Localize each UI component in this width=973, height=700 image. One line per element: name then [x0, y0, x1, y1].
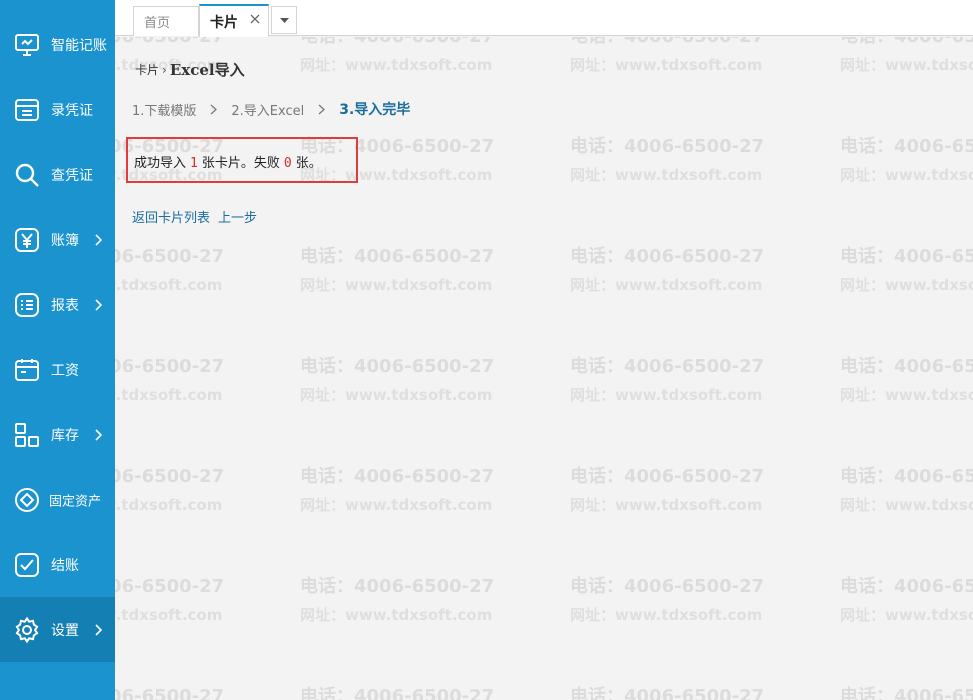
breadcrumb: 卡片 › Excel导入 [135, 59, 245, 80]
nav-label: 设置 [51, 622, 79, 639]
monitor-icon [13, 31, 41, 59]
report-list-icon [13, 291, 41, 319]
watermark: 电话：4006-6500-27网址：www.tdxsoft.com [570, 37, 764, 74]
watermark: 电话：4006-6500-27网址：www.tdxsoft.com [840, 466, 973, 514]
watermark: 电话：4006-6500-27 [300, 686, 495, 700]
tab-card-label: 卡片 [210, 14, 238, 31]
watermark: 电话：4006-6500-27网址：www.tdxsoft.com [300, 356, 495, 404]
nav-label: 固定资产 [49, 494, 102, 509]
check-icon [13, 551, 41, 579]
tab-list-dropdown[interactable] [271, 6, 297, 34]
nav-item-salary[interactable]: 工资 [0, 337, 115, 402]
tab-home-label: 首页 [144, 16, 171, 31]
chevron-right-icon [94, 623, 102, 636]
grid-icon [13, 421, 41, 449]
nav-item-fixed-assets[interactable]: 固定资产 [0, 467, 115, 532]
page-title: Excel导入 [169, 61, 245, 79]
result-middle: 张卡片。失败 [201, 156, 280, 171]
nav-label: 查凭证 [51, 167, 93, 184]
fail-count: 0 [283, 156, 292, 171]
nav-label: 库存 [51, 427, 79, 444]
tab-card[interactable]: 卡片 [199, 4, 269, 37]
step-download-template: 1.下载模版 [132, 103, 197, 119]
watermark: 电话：4006-6500-27网址：www.tdxsoft.com [300, 37, 494, 74]
calendar-icon [13, 356, 41, 384]
tab-home[interactable]: 首页 [133, 6, 199, 36]
result-suffix: 张。 [295, 156, 322, 171]
watermark: 电话：4006-6500-27 [840, 686, 973, 700]
watermark: 电话：4006-6500-27网址：www.tdxsoft.com [840, 246, 973, 294]
caret-down-icon [280, 18, 289, 23]
watermark: 电话：4006-6500-27 [115, 686, 225, 700]
watermark: 电话：4006-6500-27网址：www.tdxsoft.com [115, 246, 225, 294]
step-import-excel: 2.导入Excel [231, 103, 305, 119]
step-import-complete: 3.导入完毕 [339, 102, 411, 118]
back-to-card-list-link[interactable]: 返回卡片列表 [132, 207, 210, 226]
nav-item-settings[interactable]: 设置 [0, 597, 115, 662]
yen-icon [13, 226, 41, 254]
watermark: 电话：4006-6500-27网址：www.tdxsoft.com [570, 246, 765, 294]
watermark: 电话：4006-6500-27网址：www.tdxsoft.com [840, 576, 973, 624]
import-result-message: 成功导入 1 张卡片。失败 0 张。 [134, 152, 322, 171]
watermark: 电话：4006-6500-27 [570, 686, 765, 700]
previous-step-link[interactable]: 上一步 [218, 207, 257, 226]
watermark: 电话：4006-6500-27网址：www.tdxsoft.com [840, 37, 973, 74]
watermark: 电话：4006-6500-27网址：www.tdxsoft.com [300, 576, 495, 624]
close-icon[interactable] [250, 14, 260, 24]
nav-item-smart-bookkeeping[interactable]: 智能记账 [0, 12, 115, 77]
main-content: 电话：4006-6500-27网址：www.tdxsoft.com 电话：400… [115, 37, 973, 700]
gear-icon [13, 616, 41, 644]
nav-item-query-voucher[interactable]: 查凭证 [0, 142, 115, 207]
import-result-box: 成功导入 1 张卡片。失败 0 张。 [126, 137, 358, 183]
voucher-entry-icon [13, 96, 41, 124]
chevron-right-icon [94, 428, 102, 441]
import-steps: 1.下载模版 2.导入Excel 3.导入完毕 [132, 99, 410, 119]
tab-bar: 首页 卡片 [115, 0, 973, 37]
nav-label: 工资 [51, 362, 79, 379]
search-icon [13, 161, 41, 189]
breadcrumb-parent[interactable]: 卡片 [135, 61, 159, 78]
success-count: 1 [190, 156, 198, 171]
watermark: 电话：4006-6500-27网址：www.tdxsoft.com [570, 466, 765, 514]
nav-item-inventory[interactable]: 库存 [0, 402, 115, 467]
result-prefix: 成功导入 [134, 156, 187, 171]
breadcrumb-separator: › [162, 62, 167, 77]
sidebar: 智能记账 录凭证 查凭证 账簿 报表 工资 库存 固定资产 结账 设置 [0, 0, 115, 700]
watermark: 电话：4006-6500-27网址：www.tdxsoft.com [300, 246, 495, 294]
nav-label: 智能记账 [51, 37, 107, 54]
nav-item-close-accounts[interactable]: 结账 [0, 532, 115, 597]
nav-label: 报表 [51, 297, 79, 314]
watermark: 电话：4006-6500-27网址：www.tdxsoft.com [115, 576, 225, 624]
watermark: 电话：4006-6500-27网址：www.tdxsoft.com [840, 356, 973, 404]
nav-item-reports[interactable]: 报表 [0, 272, 115, 337]
nav-item-voucher-entry[interactable]: 录凭证 [0, 77, 115, 142]
watermark: 电话：4006-6500-27网址：www.tdxsoft.com [570, 576, 765, 624]
chevron-right-icon [94, 298, 102, 311]
chevron-right-icon [210, 104, 218, 115]
watermark: 电话：4006-6500-27网址：www.tdxsoft.com [840, 136, 973, 184]
chevron-right-icon [94, 233, 102, 246]
watermark: 电话：4006-6500-27网址：www.tdxsoft.com [570, 136, 765, 184]
nav-item-ledger[interactable]: 账簿 [0, 207, 115, 272]
watermark: 电话：4006-6500-27网址：www.tdxsoft.com [115, 356, 225, 404]
watermark: 电话：4006-6500-27网址：www.tdxsoft.com [570, 356, 765, 404]
nav-label: 账簿 [51, 232, 79, 249]
nav-label: 录凭证 [51, 102, 93, 119]
diamond-icon [13, 486, 41, 514]
chevron-right-icon [318, 104, 326, 115]
nav-label: 结账 [51, 557, 79, 574]
watermark: 电话：4006-6500-27网址：www.tdxsoft.com [115, 466, 225, 514]
result-actions: 返回卡片列表 上一步 [132, 207, 265, 226]
watermark: 电话：4006-6500-27网址：www.tdxsoft.com [300, 466, 495, 514]
